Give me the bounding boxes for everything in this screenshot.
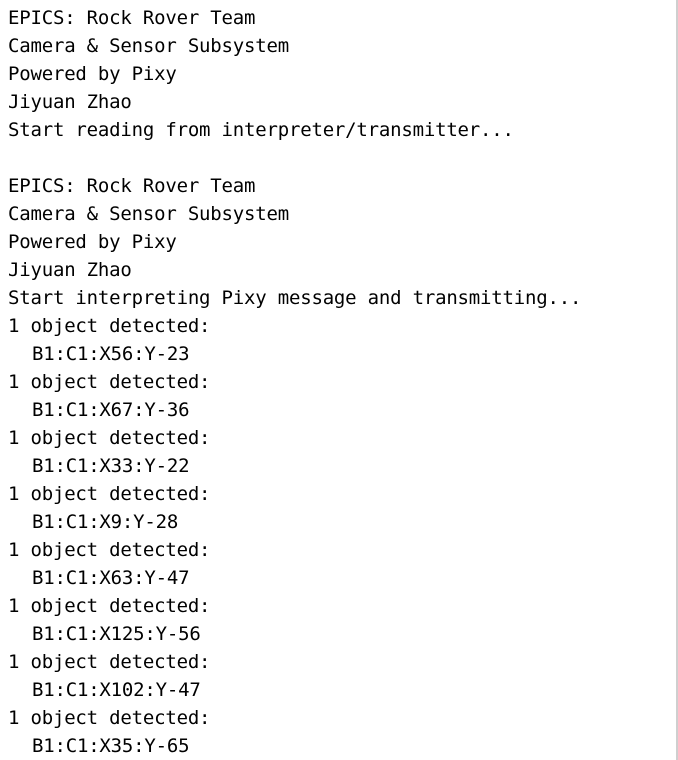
detection-data: B1:C1:X125:Y-56 xyxy=(32,623,201,645)
detection-data: B1:C1:X63:Y-47 xyxy=(32,567,190,589)
detection-message: 1 object detected: xyxy=(8,427,211,449)
detection-message: 1 object detected: xyxy=(8,539,211,561)
detection-data: B1:C1:X35:Y-65 xyxy=(32,735,190,757)
subsystem-line: Camera & Sensor Subsystem xyxy=(8,35,289,57)
status-line: Start reading from interpreter/transmitt… xyxy=(8,119,514,141)
detection-message: 1 object detected: xyxy=(8,707,211,729)
detection-data: B1:C1:X33:Y-22 xyxy=(32,455,190,477)
detection-data: B1:C1:X9:Y-28 xyxy=(32,511,179,533)
startup-banner-1: EPICS: Rock Rover Team Camera & Sensor S… xyxy=(8,4,678,144)
detection-data: B1:C1:X102:Y-47 xyxy=(32,679,201,701)
team-line: EPICS: Rock Rover Team xyxy=(8,175,256,197)
detection-message: 1 object detected: xyxy=(8,371,211,393)
author-line: Jiyuan Zhao xyxy=(8,91,132,113)
powered-line: Powered by Pixy xyxy=(8,63,177,85)
terminal-output[interactable]: EPICS: Rock Rover Team Camera & Sensor S… xyxy=(0,0,678,760)
author-line: Jiyuan Zhao xyxy=(8,259,132,281)
startup-banner-2: EPICS: Rock Rover Team Camera & Sensor S… xyxy=(8,172,678,312)
detection-data: B1:C1:X56:Y-23 xyxy=(32,343,190,365)
detection-message: 1 object detected: xyxy=(8,651,211,673)
team-line: EPICS: Rock Rover Team xyxy=(8,7,256,29)
powered-line: Powered by Pixy xyxy=(8,231,177,253)
detection-message: 1 object detected: xyxy=(8,483,211,505)
subsystem-line: Camera & Sensor Subsystem xyxy=(8,203,289,225)
detection-message: 1 object detected: xyxy=(8,315,211,337)
detection-data: B1:C1:X67:Y-36 xyxy=(32,399,190,421)
status-line: Start interpreting Pixy message and tran… xyxy=(8,287,582,309)
detection-log: 1 object detected: B1:C1:X56:Y-23 1 obje… xyxy=(8,312,678,760)
detection-message: 1 object detected: xyxy=(8,595,211,617)
